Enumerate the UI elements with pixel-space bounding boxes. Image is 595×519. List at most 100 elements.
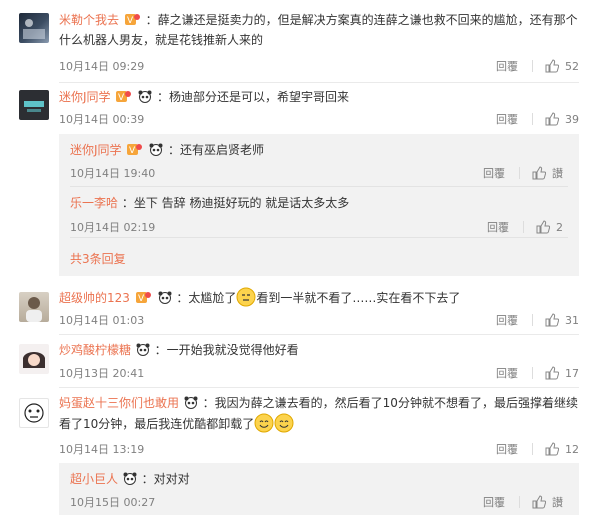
comment-actions: 回覆 31 (496, 312, 579, 328)
like-count: 2 (556, 220, 563, 234)
thumbs-up-icon (545, 313, 559, 327)
username-link[interactable]: 迷你J同学 (70, 143, 122, 157)
reply-text: 乐一李哈 ：坐下 告辞 杨迪挺好玩的 就是话太多太多 (70, 196, 350, 210)
timestamp: 10月13日 20:41 (59, 367, 145, 380)
vip-badge-icon: V (127, 144, 143, 156)
username-link[interactable]: 乐一李哈 (70, 196, 118, 210)
reply-button[interactable]: 回覆 (496, 365, 518, 381)
panda-badge-icon (136, 343, 150, 356)
like-button[interactable]: 31 (545, 313, 579, 327)
comment-text: 超级帅的123 V ：太尴尬了 看到一半就不看了……实在看不下去了 (59, 287, 579, 308)
username-link[interactable]: 超级帅的123 (59, 291, 130, 305)
svg-text:V: V (138, 294, 145, 304)
like-button[interactable]: 52 (545, 59, 579, 73)
smile-emoji-icon (254, 413, 274, 433)
panda-badge-icon (158, 291, 172, 304)
like-button[interactable]: 39 (545, 112, 579, 126)
comment-text: 炒鸡酸柠檬糖 ：一开始我就没觉得他好看 (59, 343, 299, 357)
reply-item: 乐一李哈 ：坐下 告辞 杨迪挺好玩的 就是话太多太多 10月14日 02:19 … (70, 187, 563, 237)
action-separator (532, 443, 533, 455)
show-more-replies-link[interactable]: 共3条回复 (70, 250, 126, 267)
comment-actions: 回覆 17 (496, 365, 579, 381)
vip-badge-icon: V (135, 292, 151, 304)
panda-badge-icon (123, 472, 137, 485)
reply-thread: 超小巨人 ：对对对 10月15日 00:27 回覆 讃 (59, 463, 579, 515)
avatar[interactable] (19, 398, 49, 428)
comment-actions: 回覆 2 (487, 219, 563, 235)
smile-emoji-icon (274, 413, 294, 433)
avatar[interactable] (19, 90, 49, 120)
panda-badge-icon (149, 143, 163, 156)
reply-button[interactable]: 回覆 (483, 494, 505, 510)
username-link[interactable]: 妈蛋赵十三你们也敢用 (59, 396, 179, 410)
like-button[interactable]: 12 (545, 442, 579, 456)
like-button[interactable]: 讃 (532, 494, 563, 510)
reply-item: 超小巨人 ：对对对 10月15日 00:27 回覆 讃 (70, 463, 563, 515)
timestamp: 10月14日 13:19 (59, 443, 145, 456)
timestamp: 10月14日 02:19 (70, 221, 156, 234)
divider (59, 387, 579, 388)
comment-actions: 回覆 52 (496, 58, 579, 74)
thumbs-up-icon (536, 220, 550, 234)
action-separator (523, 221, 524, 233)
divider (70, 237, 568, 238)
comment-actions: 回覆 12 (496, 441, 579, 457)
username-link[interactable]: 米勒个我去 (59, 13, 119, 27)
action-separator (532, 113, 533, 125)
avatar[interactable] (19, 292, 49, 322)
like-count: 12 (565, 442, 579, 456)
comment-text: 妈蛋赵十三你们也敢用 ：我因为薛之谦去看的，然后看了10分钟就不想看了，最后强撑… (59, 396, 578, 433)
username-link[interactable]: 超小巨人 (70, 472, 118, 486)
thumbs-up-icon (532, 495, 546, 509)
like-count: 52 (565, 59, 579, 73)
comment-actions: 回覆 39 (496, 111, 579, 127)
svg-text:V: V (127, 16, 134, 26)
reply-button[interactable]: 回覆 (496, 111, 518, 127)
like-button[interactable]: 讃 (532, 165, 563, 181)
comment-text: 迷你J同学 V ：杨迪部分还是可以，希望宇哥回来 (59, 90, 350, 104)
username-link[interactable]: 迷你J同学 (59, 90, 111, 104)
action-separator (532, 367, 533, 379)
avatar[interactable] (19, 344, 49, 374)
timestamp: 10月14日 19:40 (70, 167, 156, 180)
panda-badge-icon (138, 90, 152, 103)
timestamp: 10月14日 00:39 (59, 113, 145, 126)
reply-item: 迷你J同学 V ：还有巫启贤老师 10月14日 19:40 回覆 讃 (70, 134, 563, 186)
divider (59, 82, 579, 83)
like-button[interactable]: 2 (536, 220, 563, 234)
like-count: 39 (565, 112, 579, 126)
comment-actions: 回覆 讃 (483, 165, 563, 181)
timestamp: 10月15日 00:27 (70, 496, 156, 509)
thumbs-up-icon (545, 112, 559, 126)
reply-thread: 迷你J同学 V ：还有巫启贤老师 10月14日 19:40 回覆 讃 乐一李哈 … (59, 134, 579, 276)
like-count: 31 (565, 313, 579, 327)
action-separator (519, 167, 520, 179)
like-count: 讃 (552, 167, 563, 180)
username-link[interactable]: 炒鸡酸柠檬糖 (59, 343, 131, 357)
thumbs-up-icon (545, 442, 559, 456)
reply-button[interactable]: 回覆 (487, 219, 509, 235)
thumbs-up-icon (545, 366, 559, 380)
awkward-face-emoji-icon (236, 287, 256, 307)
thumbs-up-icon (532, 166, 546, 180)
avatar[interactable] (19, 13, 49, 43)
action-separator (519, 496, 520, 508)
reply-button[interactable]: 回覆 (483, 165, 505, 181)
svg-text:V: V (118, 93, 125, 103)
comment-text: 米勒个我去 V ：薛之谦还是挺卖力的，但是解决方案真的连薛之谦也救不回来的尴尬，… (59, 13, 578, 47)
reply-text: 超小巨人 ：对对对 (70, 472, 190, 486)
reply-button[interactable]: 回覆 (496, 441, 518, 457)
like-count: 讃 (552, 496, 563, 509)
reply-text: 迷你J同学 V ：还有巫启贤老师 (70, 143, 265, 157)
vip-badge-icon: V (116, 91, 132, 103)
timestamp: 10月14日 09:29 (59, 60, 145, 73)
vip-badge-icon: V (124, 14, 140, 26)
comment-actions: 回覆 讃 (483, 494, 563, 510)
svg-text:V: V (129, 146, 136, 156)
timestamp: 10月14日 01:03 (59, 314, 145, 327)
panda-badge-icon (184, 396, 198, 409)
divider (59, 334, 579, 335)
like-button[interactable]: 17 (545, 366, 579, 380)
reply-button[interactable]: 回覆 (496, 312, 518, 328)
reply-button[interactable]: 回覆 (496, 58, 518, 74)
